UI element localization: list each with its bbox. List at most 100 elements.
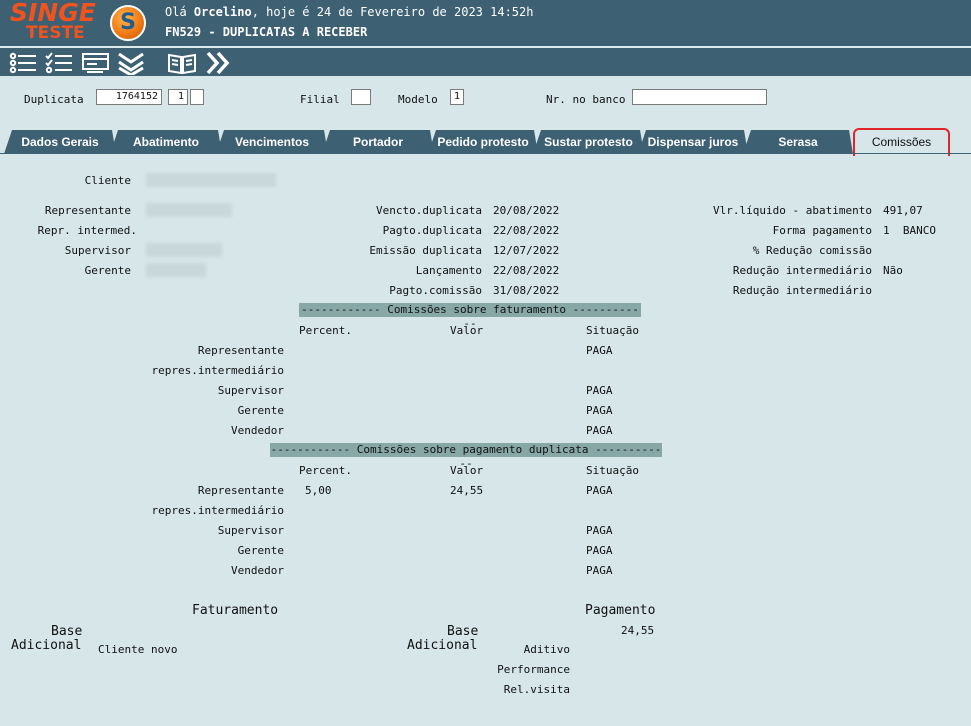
tab-divider bbox=[0, 153, 971, 154]
fat-row-situacao: PAGA bbox=[586, 404, 613, 417]
fat-row-label: Gerente bbox=[237, 404, 284, 417]
pagto-label: Pagto.duplicata bbox=[382, 224, 482, 237]
fat-row-situacao: PAGA bbox=[586, 344, 613, 357]
pag-row-label: Vendedor bbox=[231, 564, 284, 577]
representante-value-redacted bbox=[146, 203, 232, 217]
page-title: FN529 - DUPLICATAS A RECEBER bbox=[165, 25, 368, 39]
filial-label: Filial bbox=[300, 93, 340, 106]
supervisor-label: Supervisor bbox=[64, 244, 131, 257]
cliente-label: Cliente bbox=[84, 174, 131, 187]
duplicata-label: Duplicata bbox=[24, 93, 84, 106]
pag-col-situacao: Situação bbox=[586, 464, 639, 477]
logo-mark-icon: S bbox=[110, 5, 146, 41]
pag-row-percent: 5,00 bbox=[305, 484, 332, 497]
tab-sustar-protesto[interactable]: Sustar protesto bbox=[533, 130, 644, 154]
fat-row-label: Supervisor bbox=[217, 384, 284, 397]
logo-text: SINGE bbox=[10, 0, 96, 27]
pagamento-section-header: ------------ Comissões sobre pagamento d… bbox=[270, 443, 662, 470]
reducao-comissao-label: % Redução comissão bbox=[752, 244, 872, 257]
aditivo-label: Aditivo bbox=[523, 643, 570, 656]
pag-row-situacao: PAGA bbox=[586, 484, 613, 497]
nr-banco-input[interactable] bbox=[632, 89, 767, 105]
fat-row-label: Vendedor bbox=[231, 424, 284, 437]
tab-dados-gerais[interactable]: Dados Gerais bbox=[4, 130, 116, 154]
tab-portador[interactable]: Portador bbox=[322, 130, 434, 154]
tab-comissoes[interactable]: Comissões bbox=[853, 128, 950, 156]
pagamento-title: Pagamento bbox=[585, 603, 656, 618]
tab-dispensar-juros[interactable]: Dispensar juros bbox=[638, 130, 748, 154]
tab-pedido-protesto[interactable]: Pedido protesto bbox=[428, 130, 538, 154]
cliente-value-redacted bbox=[146, 173, 276, 187]
app-header: SINGE TESTE S Olá Orcelino, hoje é 24 de… bbox=[0, 0, 971, 46]
greeting-text: Olá Orcelino, hoje é 24 de Fevereiro de … bbox=[165, 5, 534, 19]
pagto-comissao-label: Pagto.comissão bbox=[389, 284, 482, 297]
user-name: Orcelino bbox=[193, 5, 252, 19]
vencto-value: 20/08/2022 bbox=[493, 204, 560, 217]
card-icon[interactable] bbox=[81, 51, 111, 75]
double-chevron-down-icon[interactable] bbox=[116, 51, 146, 77]
pag-row-label: repres.intermediário bbox=[151, 504, 284, 517]
vlr-liquido-label: Vlr.líquido - abatimento bbox=[713, 204, 872, 217]
lancamento-label: Lançamento bbox=[415, 264, 482, 277]
adicional-pag-label: Adicional bbox=[407, 638, 478, 653]
logo-subtext: TESTE bbox=[26, 23, 85, 43]
nr-banco-label: Nr. no banco bbox=[546, 93, 626, 106]
gerente-label: Gerente bbox=[84, 264, 131, 277]
supervisor-value-redacted bbox=[146, 243, 222, 257]
list-icon[interactable] bbox=[8, 51, 38, 75]
pagamento-base-value: 24,55 bbox=[621, 624, 655, 637]
base-label: Base bbox=[51, 624, 83, 639]
fat-col-percent: Percent. bbox=[299, 324, 352, 337]
rel-visita-label: Rel.visita bbox=[503, 683, 570, 696]
pag-row-label: Supervisor bbox=[217, 524, 284, 537]
vlr-liquido-value: 491,07 bbox=[883, 204, 923, 217]
adicional-label: Adicional bbox=[11, 638, 82, 653]
fat-row-label: Representante bbox=[197, 344, 284, 357]
reducao-interm-label: Redução intermediário bbox=[732, 264, 872, 277]
modelo-label: Modelo bbox=[398, 93, 438, 106]
pag-row-label: Gerente bbox=[237, 544, 284, 557]
fat-row-situacao: PAGA bbox=[586, 384, 613, 397]
pag-row-label: Representante bbox=[197, 484, 284, 497]
double-chevron-right-icon[interactable] bbox=[204, 51, 234, 75]
pag-row-valor: 24,55 bbox=[450, 484, 484, 497]
forma-pagamento-label: Forma pagamento bbox=[772, 224, 872, 237]
gerente-value-redacted bbox=[146, 263, 206, 277]
toolbar bbox=[0, 46, 971, 77]
tab-bar: Dados Gerais Abatimento Vencimentos Port… bbox=[0, 128, 971, 156]
repr-intermed-label: Repr. intermed. bbox=[37, 224, 137, 237]
base-pag-label: Base bbox=[447, 624, 479, 639]
checklist-icon[interactable] bbox=[44, 51, 74, 75]
reducao-interm-value: Não bbox=[883, 264, 903, 277]
modelo-input[interactable]: 1 bbox=[450, 89, 464, 105]
filial-input[interactable] bbox=[351, 89, 371, 105]
faturamento-title: Faturamento bbox=[192, 603, 279, 618]
vencto-label: Vencto.duplicata bbox=[376, 204, 482, 217]
lancamento-value: 22/08/2022 bbox=[493, 264, 560, 277]
book-icon[interactable] bbox=[167, 51, 197, 75]
pag-col-valor: Valor bbox=[450, 464, 484, 477]
fat-col-valor: Valor bbox=[450, 324, 484, 337]
duplicata-extra-input[interactable] bbox=[190, 89, 204, 105]
pagto-comissao-value: 31/08/2022 bbox=[493, 284, 560, 297]
emissao-label: Emissão duplicata bbox=[369, 244, 482, 257]
performance-label: Performance bbox=[497, 663, 570, 676]
pag-col-percent: Percent. bbox=[299, 464, 352, 477]
reducao-interm2-label: Redução intermediário bbox=[732, 284, 872, 297]
faturamento-section-header: ------------ Comissões sobre faturamento… bbox=[299, 303, 641, 330]
tab-abatimento[interactable]: Abatimento bbox=[110, 130, 222, 154]
duplicata-seq-input[interactable]: 1 bbox=[168, 89, 188, 105]
pag-row-situacao: PAGA bbox=[586, 564, 613, 577]
pag-row-situacao: PAGA bbox=[586, 544, 613, 557]
forma-pagamento-value: 1 BANCO bbox=[883, 224, 936, 237]
pagto-value: 22/08/2022 bbox=[493, 224, 560, 237]
tab-serasa[interactable]: Serasa bbox=[743, 130, 853, 154]
pag-row-situacao: PAGA bbox=[586, 524, 613, 537]
tab-vencimentos[interactable]: Vencimentos bbox=[216, 130, 328, 154]
duplicata-input[interactable]: 1764152 bbox=[96, 89, 162, 105]
fat-col-situacao: Situação bbox=[586, 324, 639, 337]
emissao-value: 12/07/2022 bbox=[493, 244, 560, 257]
representante-label: Representante bbox=[44, 204, 131, 217]
fat-row-situacao: PAGA bbox=[586, 424, 613, 437]
cliente-novo-label: Cliente novo bbox=[98, 643, 178, 656]
